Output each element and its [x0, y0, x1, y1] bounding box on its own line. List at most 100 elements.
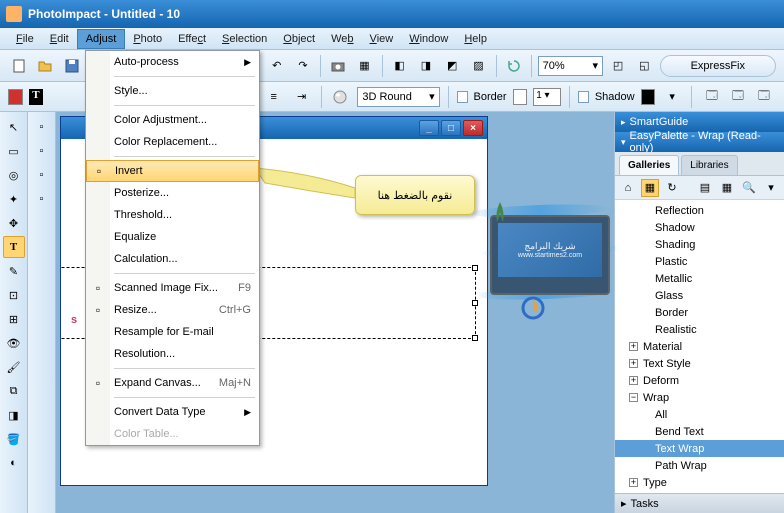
move-tool-icon[interactable]: ✥: [3, 212, 25, 234]
shadow-checkbox[interactable]: [578, 91, 589, 103]
tree-item-text-style[interactable]: +Text Style: [615, 355, 784, 372]
tree-item-shading[interactable]: Shading: [615, 236, 784, 253]
menu-view[interactable]: View: [362, 30, 402, 48]
panel-toggle-b-icon[interactable]: 🗔: [726, 85, 750, 109]
refresh-icon[interactable]: ↻: [663, 179, 681, 197]
menu-file[interactable]: File: [8, 30, 42, 48]
actual-icon[interactable]: ◱: [633, 54, 655, 78]
tool2-b-icon[interactable]: ▫: [31, 140, 53, 162]
arrow-tool-icon[interactable]: ↖: [3, 116, 25, 138]
new-icon[interactable]: [8, 54, 30, 78]
list-view-icon[interactable]: ▦: [718, 179, 736, 197]
expressfix-button[interactable]: ExpressFix: [660, 55, 776, 77]
menu-web[interactable]: Web: [323, 30, 361, 48]
menu-window[interactable]: Window: [401, 30, 456, 48]
tree-item-metallic[interactable]: Metallic: [615, 270, 784, 287]
path-tool-icon[interactable]: ✎: [3, 260, 25, 282]
close-icon[interactable]: ×: [463, 120, 483, 136]
menu-object[interactable]: Object: [275, 30, 323, 48]
tasks-header[interactable]: ▸Tasks: [615, 493, 784, 513]
lasso-tool-icon[interactable]: ◎: [3, 164, 25, 186]
thumb-icon[interactable]: ▦: [641, 179, 659, 197]
open-icon[interactable]: [34, 54, 56, 78]
fill-tool-icon[interactable]: 🪣: [3, 428, 25, 450]
tree-item-material[interactable]: +Material: [615, 338, 784, 355]
scanner-icon[interactable]: ▦: [353, 54, 375, 78]
border-color[interactable]: [513, 89, 528, 105]
menu-item-invert[interactable]: ▫Invert: [86, 160, 259, 182]
clone-tool-icon[interactable]: ⧉: [3, 380, 25, 402]
zoom-input[interactable]: 70%▾: [538, 56, 603, 76]
panel-toggle-a-icon[interactable]: 🗔: [700, 85, 724, 109]
menu-icon[interactable]: ▾: [762, 179, 780, 197]
fit-icon[interactable]: ◰: [607, 54, 629, 78]
tree-item-bend-text[interactable]: Bend Text: [615, 423, 784, 440]
tree-item-border[interactable]: Border: [615, 304, 784, 321]
menu-item-threshold-[interactable]: Threshold...: [86, 204, 259, 226]
tree-item-realistic[interactable]: Realistic: [615, 321, 784, 338]
crop-tool-icon[interactable]: ⊡: [3, 284, 25, 306]
tab-libraries[interactable]: Libraries: [681, 155, 737, 175]
indent-icon[interactable]: ⇥: [291, 85, 313, 109]
tree-item-glass[interactable]: Glass: [615, 287, 784, 304]
menu-item-expand-canvas-[interactable]: ▫Expand Canvas...Maj+N: [86, 372, 259, 394]
save-icon[interactable]: [61, 54, 83, 78]
menu-item-resolution-[interactable]: Resolution...: [86, 343, 259, 365]
tree-item-path-wrap[interactable]: Path Wrap: [615, 457, 784, 474]
menu-adjust[interactable]: Adjust: [77, 29, 126, 49]
text-tool-icon[interactable]: T: [3, 236, 25, 258]
menu-help[interactable]: Help: [456, 30, 495, 48]
menu-item-auto-process[interactable]: Auto-process▶: [86, 51, 259, 73]
easypalette-header[interactable]: ▾EasyPalette - Wrap (Read-only): [615, 132, 784, 152]
tree-item-plastic[interactable]: Plastic: [615, 253, 784, 270]
border-width[interactable]: 1 ▾: [533, 88, 561, 106]
border-checkbox[interactable]: [457, 91, 468, 103]
transform-tool-icon[interactable]: ⊞: [3, 308, 25, 330]
tool-d-icon[interactable]: ▨: [467, 54, 489, 78]
marquee-tool-icon[interactable]: ▭: [3, 140, 25, 162]
tab-galleries[interactable]: Galleries: [619, 155, 679, 175]
menu-item-resize-[interactable]: ▫Resize...Ctrl+G: [86, 299, 259, 321]
tree-item-all[interactable]: All: [615, 406, 784, 423]
smartguide-header[interactable]: ▸SmartGuide: [615, 112, 784, 132]
tree-item-text-wrap[interactable]: Text Wrap: [615, 440, 784, 457]
undo-icon[interactable]: ↶: [266, 54, 288, 78]
menu-edit[interactable]: Edit: [42, 30, 77, 48]
eye-tool-icon[interactable]: 👁: [3, 332, 25, 354]
menu-selection[interactable]: Selection: [214, 30, 275, 48]
tool2-c-icon[interactable]: ▫: [31, 164, 53, 186]
menu-photo[interactable]: Photo: [125, 30, 170, 48]
erase-tool-icon[interactable]: ◨: [3, 404, 25, 426]
3d-mode-select[interactable]: 3D Round▾: [357, 87, 439, 107]
redo-icon[interactable]: ↷: [292, 54, 314, 78]
tree-item-reflection[interactable]: Reflection: [615, 202, 784, 219]
menu-item-convert-data-type[interactable]: Convert Data Type▶: [86, 401, 259, 423]
tree-item-wrap[interactable]: −Wrap: [615, 389, 784, 406]
tree-item-type[interactable]: +Type: [615, 474, 784, 491]
color-swatch[interactable]: [8, 89, 23, 105]
align-icon[interactable]: ≡: [263, 85, 285, 109]
search-icon[interactable]: 🔍: [740, 179, 758, 197]
tree-item-shadow[interactable]: Shadow: [615, 219, 784, 236]
minimize-icon[interactable]: _: [419, 120, 439, 136]
tool-a-icon[interactable]: ◧: [389, 54, 411, 78]
panel-toggle-c-icon[interactable]: 🗔: [752, 85, 776, 109]
menu-item-equalize[interactable]: Equalize: [86, 226, 259, 248]
menu-effect[interactable]: Effect: [170, 30, 214, 48]
brush-tool-icon[interactable]: 🖌: [3, 356, 25, 378]
sphere-icon[interactable]: [329, 85, 351, 109]
tool2-d-icon[interactable]: ▫: [31, 188, 53, 210]
menu-item-posterize-[interactable]: Posterize...: [86, 182, 259, 204]
menu-item-color-replacement-[interactable]: Color Replacement...: [86, 131, 259, 153]
maximize-icon[interactable]: □: [441, 120, 461, 136]
shadow-settings-icon[interactable]: ▾: [661, 85, 683, 109]
history-icon[interactable]: [502, 54, 524, 78]
menu-item-calculation-[interactable]: Calculation...: [86, 248, 259, 270]
menu-item-style-[interactable]: Style...: [86, 80, 259, 102]
tool-c-icon[interactable]: ◩: [441, 54, 463, 78]
thumb-view-icon[interactable]: ▤: [696, 179, 714, 197]
menu-item-resample-for-e-mail[interactable]: Resample for E-mail: [86, 321, 259, 343]
menu-item-scanned-image-fix-[interactable]: ▫Scanned Image Fix...F9: [86, 277, 259, 299]
tool2-a-icon[interactable]: ▫: [31, 116, 53, 138]
camera-icon[interactable]: [327, 54, 349, 78]
